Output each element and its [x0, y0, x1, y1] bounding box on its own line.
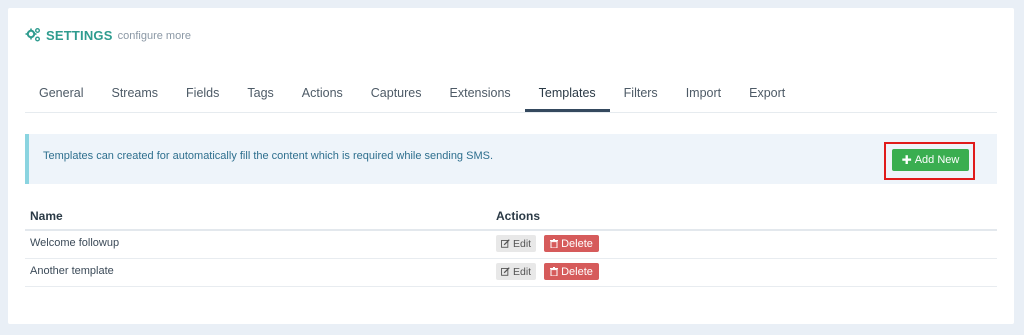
row-actions: Edit Delete [496, 235, 599, 252]
page-subtitle: configure more [117, 30, 191, 42]
delete-label: Delete [561, 265, 593, 278]
table-row: Welcome followup Edit Delete [25, 231, 997, 259]
delete-button[interactable]: Delete [544, 263, 599, 280]
plus-icon: ✚ [901, 153, 912, 167]
page-title: SETTINGS [46, 27, 113, 43]
tab-actions[interactable]: Actions [288, 81, 357, 112]
info-text: Templates can created for automatically … [43, 150, 494, 162]
tab-extensions[interactable]: Extensions [436, 81, 525, 112]
edit-label: Edit [513, 265, 532, 278]
template-name: Another template [30, 265, 114, 277]
edit-icon [501, 239, 510, 248]
tab-tags[interactable]: Tags [233, 81, 287, 112]
tab-filters[interactable]: Filters [610, 81, 672, 112]
tab-streams[interactable]: Streams [97, 81, 172, 112]
tab-captures[interactable]: Captures [357, 81, 436, 112]
column-header-name: Name [30, 209, 63, 223]
delete-button[interactable]: Delete [544, 235, 599, 252]
trash-icon [550, 267, 559, 276]
tab-general[interactable]: General [25, 81, 97, 112]
row-actions: Edit Delete [496, 263, 599, 280]
column-header-actions: Actions [496, 209, 541, 223]
table-header: Name Actions [25, 204, 997, 231]
add-new-label: Add New [914, 154, 960, 166]
trash-icon [550, 239, 559, 248]
tab-templates[interactable]: Templates [524, 81, 610, 112]
table-row: Another template Edit Delete [25, 259, 997, 287]
template-name: Welcome followup [30, 237, 120, 249]
gears-icon [25, 28, 40, 42]
delete-label: Delete [561, 237, 593, 250]
page-header: SETTINGS configure more [25, 27, 191, 43]
edit-label: Edit [513, 237, 532, 250]
tab-import[interactable]: Import [672, 81, 735, 112]
settings-tabs: General Streams Fields Tags Actions Capt… [25, 81, 997, 113]
info-alert: Templates can created for automatically … [25, 134, 997, 184]
edit-button[interactable]: Edit [496, 235, 537, 252]
tab-export[interactable]: Export [735, 81, 799, 112]
add-new-button[interactable]: ✚ Add New [892, 149, 969, 171]
tab-fields[interactable]: Fields [172, 81, 233, 112]
edit-icon [501, 267, 510, 276]
edit-button[interactable]: Edit [496, 263, 537, 280]
settings-panel: SETTINGS configure more General Streams … [8, 8, 1014, 324]
templates-table: Name Actions Welcome followup Edit Delet… [25, 204, 997, 287]
